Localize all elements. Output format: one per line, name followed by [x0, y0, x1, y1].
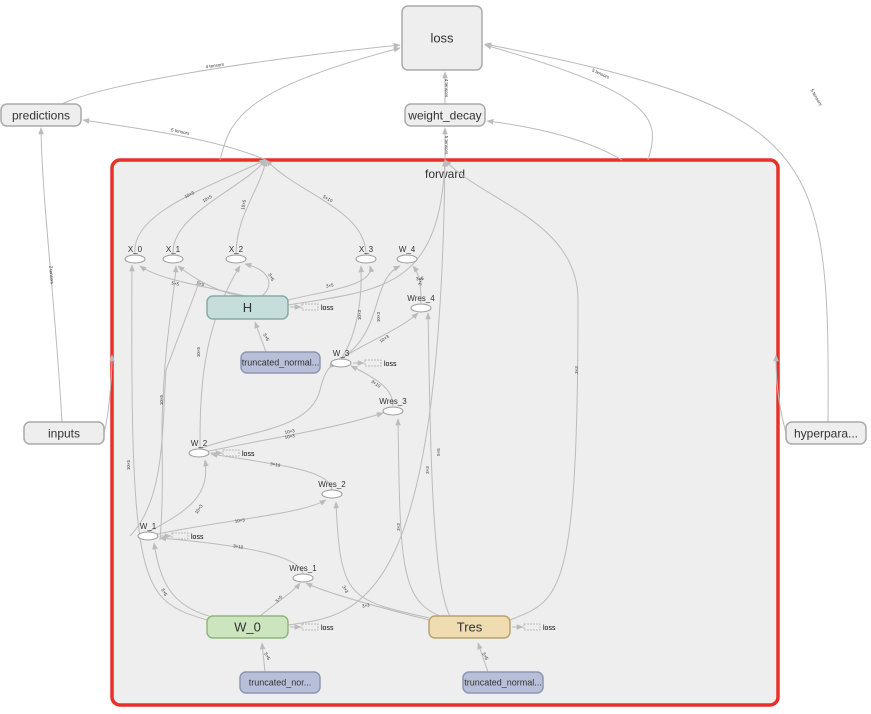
- edge-label: 5 tensors: [444, 136, 449, 155]
- variable-label: Wres_2: [318, 480, 346, 489]
- summary-label: loss: [543, 625, 556, 632]
- edge-label: 10×5: [196, 346, 201, 357]
- w0-node-label: W_0: [234, 620, 261, 635]
- weight-decay-node[interactable]: weight_decay: [404, 103, 486, 127]
- edge[interactable]: [486, 118, 623, 161]
- loss-node-label: loss: [430, 31, 454, 46]
- hyperparameters-node-label: hyperpara...: [794, 426, 858, 440]
- variable-label: X_0: [128, 245, 143, 254]
- variable-label: Wres_4: [407, 294, 435, 303]
- variable-label: Wres_1: [289, 564, 317, 573]
- edge-label: 5 tensors: [810, 88, 824, 107]
- predictions-node-label: predictions: [12, 108, 70, 122]
- edge-label: 2 tensors: [48, 265, 55, 285]
- hyperparameters-node[interactable]: hyperpara...: [785, 421, 867, 445]
- edge-label: 10×5: [126, 459, 131, 470]
- variable-label: W_3: [333, 349, 350, 358]
- variable-label: Wres_3: [379, 397, 407, 406]
- summary-label: loss: [321, 305, 334, 312]
- summary-label: loss: [242, 451, 255, 458]
- edge-label: 3×3: [574, 366, 579, 374]
- w0-node[interactable]: W_0: [206, 615, 289, 639]
- truncated-normal-h-node-label: truncated_normal...: [242, 358, 320, 368]
- edge-label: 3×3: [425, 466, 430, 474]
- predictions-node[interactable]: predictions: [0, 103, 82, 127]
- truncated-normal-w0-node[interactable]: truncated_nor...: [239, 671, 321, 694]
- summary-label: loss: [321, 625, 334, 632]
- edge-label: 10×5: [159, 394, 164, 405]
- edge-label: 3×3: [396, 523, 401, 531]
- variable-label: X_1: [166, 245, 181, 254]
- edge[interactable]: [219, 46, 401, 161]
- variable-label: X_3: [359, 245, 374, 254]
- h-node-label: H: [243, 300, 252, 315]
- edge-label: 4 tensors: [444, 79, 449, 98]
- edge-label: 10×3: [376, 311, 381, 322]
- edge[interactable]: [82, 118, 267, 161]
- truncated-normal-w0-node-label: truncated_nor...: [249, 678, 312, 688]
- edge-label: 5×5: [436, 448, 441, 456]
- weight-decay-node-label: weight_decay: [407, 108, 481, 122]
- summary-label: loss: [384, 361, 397, 368]
- edge[interactable]: [61, 42, 401, 105]
- variable-label: W_2: [191, 439, 208, 448]
- summary-label: loss: [191, 534, 204, 541]
- truncated-normal-tres-node-label: truncated_normal...: [464, 678, 542, 688]
- variable-label: W_1: [140, 522, 157, 531]
- truncated-normal-h-node[interactable]: truncated_normal...: [240, 351, 321, 374]
- tres-node-label: Tres: [457, 620, 483, 635]
- edge-label: 4 tensors: [205, 62, 225, 70]
- variable-label: W_4: [399, 245, 416, 254]
- loss-node[interactable]: loss: [401, 5, 483, 71]
- graph-canvas[interactable]: forward 4 tensors4 tensors5 tensors5 ten…: [0, 0, 871, 714]
- truncated-normal-tres-node[interactable]: truncated_normal...: [462, 671, 544, 694]
- edge-label: 10×3: [357, 309, 362, 320]
- variable-label: X_2: [229, 245, 244, 254]
- h-node[interactable]: H: [206, 295, 289, 320]
- tres-node[interactable]: Tres: [428, 615, 511, 639]
- edge[interactable]: [484, 44, 653, 161]
- inputs-node[interactable]: inputs: [23, 421, 105, 445]
- inputs-node-label: inputs: [48, 426, 80, 440]
